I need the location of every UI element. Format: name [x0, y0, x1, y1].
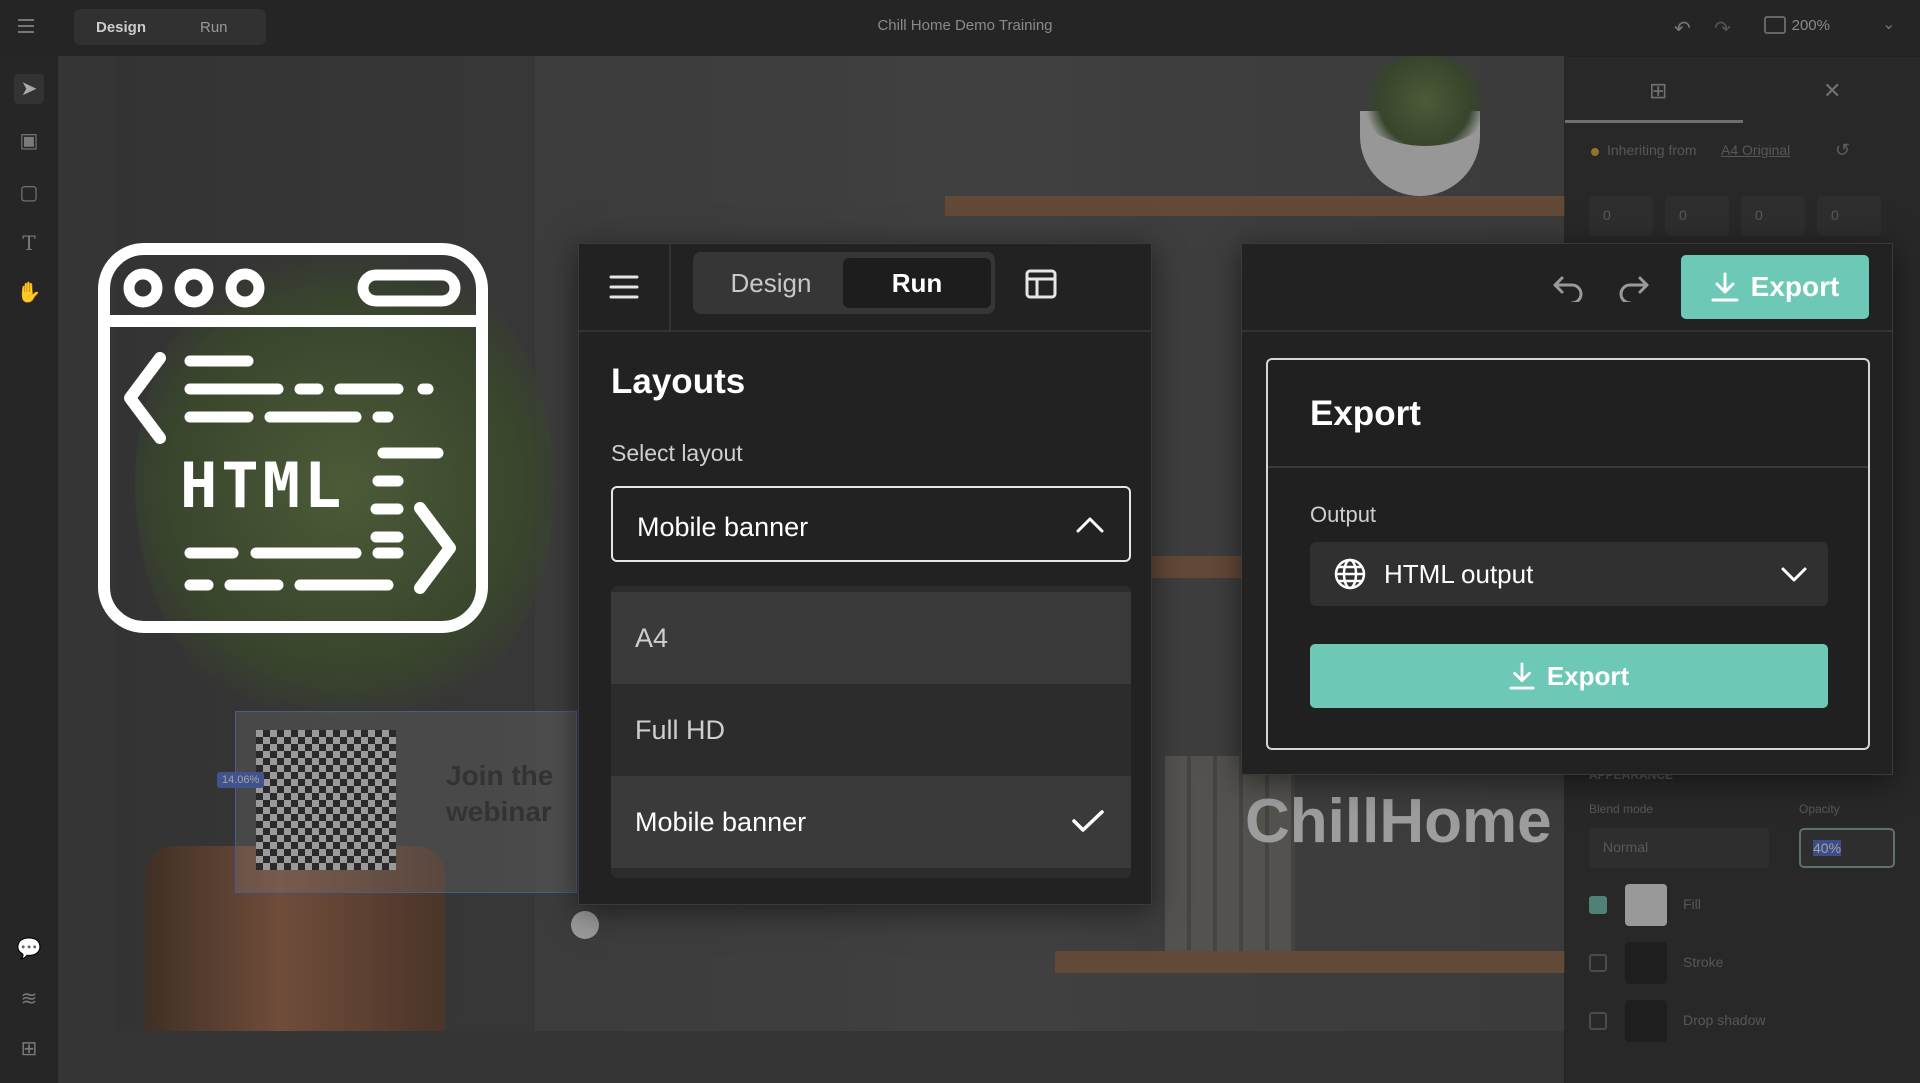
opacity-input[interactable]: 40% [1799, 828, 1895, 868]
rotate-handle-icon[interactable] [571, 911, 599, 939]
left-toolbar: ➤ ▣ ▢ T ✋ 💬 ≋ ⊞ [0, 56, 59, 1083]
globe-icon [1334, 558, 1366, 590]
export-card: Export Output HTML output Export [1266, 358, 1870, 750]
export-panel-divider [1242, 330, 1892, 332]
menu-button[interactable] [579, 244, 671, 330]
layout-option-mobile-banner[interactable]: Mobile banner [611, 776, 1131, 868]
banner-text-line1: Join the [446, 760, 554, 791]
value-field-1[interactable]: 0 [1589, 196, 1653, 236]
layout-options-list: A4 Full HD Mobile banner [611, 586, 1131, 878]
export-title: Export [1310, 394, 1421, 433]
fill-swatch[interactable] [1625, 884, 1667, 926]
properties-tab-active [1565, 120, 1743, 123]
output-select-value: HTML output [1384, 559, 1534, 589]
shadow-swatch[interactable] [1625, 1000, 1667, 1042]
tab-run[interactable]: Run [843, 258, 991, 308]
stroke-swatch[interactable] [1625, 942, 1667, 984]
settings-tab-icon[interactable]: ✕ [1823, 78, 1841, 104]
mode-segmented-control: Design Run [693, 252, 995, 314]
select-tool-icon[interactable]: ➤ [14, 74, 44, 104]
properties-tab-icon[interactable]: ⊞ [1649, 78, 1667, 104]
export-card-divider [1268, 466, 1868, 468]
banner-placeholder[interactable]: Join the webinar [235, 711, 577, 893]
small-plant [1355, 56, 1495, 146]
size-badge: 14.06% [217, 772, 265, 788]
shadow-checkbox[interactable] [1589, 1012, 1607, 1030]
value-field-4[interactable]: 0 [1817, 196, 1881, 236]
html-browser-icon: HTML [98, 243, 488, 633]
chevron-up-icon [1076, 517, 1104, 533]
image-tool-icon[interactable]: ▣ [14, 126, 44, 156]
blend-mode-select[interactable]: Normal [1589, 828, 1769, 868]
export-panel: Export Export Output HTML output Export [1241, 243, 1893, 775]
blend-mode-label: Blend mode [1589, 802, 1654, 816]
html-icon-label: HTML [180, 449, 346, 522]
value-field-3[interactable]: 0 [1741, 196, 1805, 236]
shadow-label: Drop shadow [1683, 1012, 1766, 1028]
undo-icon[interactable]: ↶ [1674, 16, 1691, 41]
layouts-panel: Design Run Layouts Select layout Mobile … [578, 243, 1152, 905]
output-label: Output [1310, 502, 1377, 527]
layout-select[interactable]: Mobile banner [611, 486, 1131, 562]
inherit-dot-icon [1591, 148, 1599, 156]
inheriting-label: Inheriting from [1607, 142, 1697, 158]
inheriting-link[interactable]: A4 Original [1721, 142, 1790, 158]
banner-text-line2: webinar [446, 796, 552, 827]
shelf-bottom [1055, 951, 1565, 973]
brand-text[interactable]: ChillHome [1245, 786, 1552, 857]
export-button[interactable]: Export [1310, 644, 1828, 708]
layout-select-value: Mobile banner [637, 512, 809, 542]
comments-icon[interactable]: 💬 [14, 934, 44, 964]
fill-checkbox[interactable] [1589, 896, 1607, 914]
toolbar-export-button[interactable]: Export [1681, 255, 1869, 319]
hand-tool-icon[interactable]: ✋ [14, 278, 44, 308]
preview-icon[interactable] [1764, 16, 1786, 34]
text-tool-icon[interactable]: T [14, 228, 44, 258]
qr-code [256, 730, 396, 870]
layers-icon[interactable]: ≋ [14, 984, 44, 1014]
tab-design[interactable]: Design [697, 258, 845, 308]
reset-icon[interactable]: ↺ [1835, 140, 1850, 161]
stroke-checkbox[interactable] [1589, 954, 1607, 972]
stroke-label: Stroke [1683, 954, 1724, 970]
fill-label: Fill [1683, 896, 1701, 912]
shelf-top [945, 196, 1565, 216]
opacity-label: Opacity [1799, 802, 1840, 816]
output-select[interactable]: HTML output [1310, 542, 1828, 606]
apps-icon[interactable]: ⊞ [14, 1034, 44, 1064]
shape-tool-icon[interactable]: ▢ [14, 178, 44, 208]
layout-option-a4[interactable]: A4 [611, 592, 1131, 684]
checkmark-icon [1072, 810, 1104, 832]
chevron-down-icon [1781, 567, 1807, 582]
document-title: Chill Home Demo Training [877, 17, 1053, 34]
app-top-bar: Design Run Chill Home Demo Training ↶ ↷ … [0, 0, 1920, 57]
download-icon [1509, 662, 1535, 690]
chevron-down-icon[interactable]: ⌄ [1882, 14, 1895, 34]
layout-icon[interactable] [1025, 268, 1057, 300]
download-icon [1711, 272, 1739, 302]
zoom-level[interactable]: 200% [1792, 17, 1830, 34]
redo-icon[interactable]: ↷ [1714, 16, 1731, 41]
redo-arrow-icon[interactable] [1618, 274, 1650, 302]
hamburger-icon [609, 275, 639, 299]
undo-arrow-icon[interactable] [1552, 274, 1584, 302]
layouts-title: Layouts [611, 362, 746, 401]
value-field-2[interactable]: 0 [1665, 196, 1729, 236]
layout-option-full-hd[interactable]: Full HD [611, 684, 1131, 776]
select-layout-label: Select layout [611, 440, 743, 466]
